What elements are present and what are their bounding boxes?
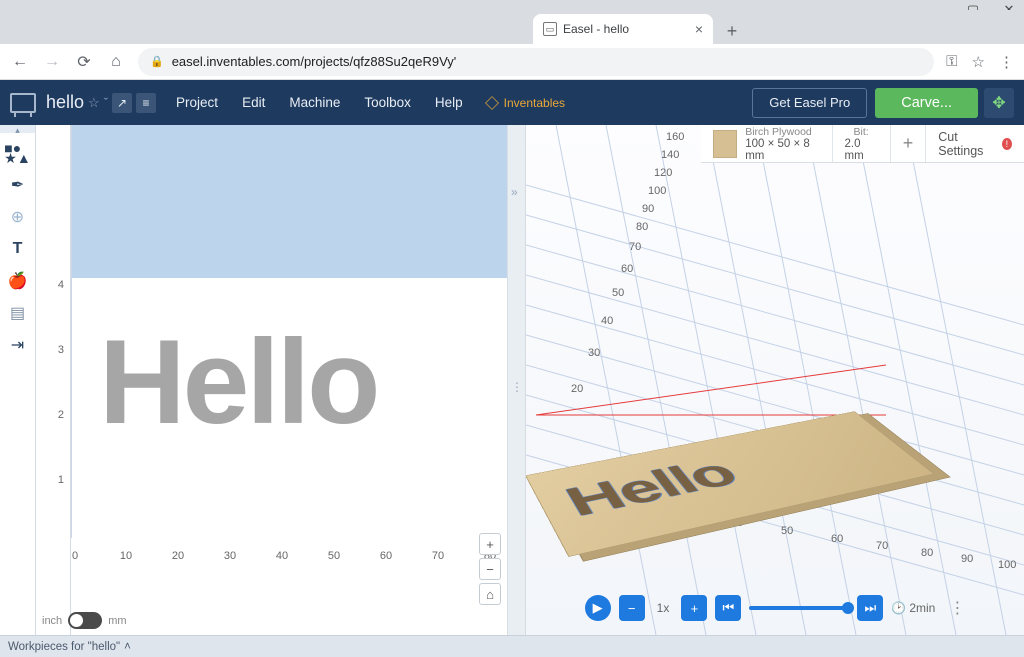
new-tab-button[interactable]: + <box>719 18 745 44</box>
time-estimate: 🕑 2min <box>891 601 935 615</box>
forward-button[interactable]: → <box>42 53 62 71</box>
menu-edit[interactable]: Edit <box>242 95 265 110</box>
get-pro-button[interactable]: Get Easel Pro <box>752 88 867 118</box>
import-tool[interactable]: ⇥ <box>4 331 32 359</box>
zoom-controls: + − ⌂ <box>479 533 501 605</box>
design-canvas[interactable]: /*placeholder to keep structure readable… <box>36 125 508 635</box>
dropdown-icon[interactable]: ˇ <box>104 95 108 110</box>
alert-icon: ! <box>1002 138 1012 150</box>
speed-label: 1x <box>657 601 670 615</box>
carved-text: Hello <box>557 452 748 527</box>
browser-menu-icon[interactable]: ⋮ <box>999 53 1014 71</box>
design-text[interactable]: Hello <box>99 313 377 451</box>
favorite-icon[interactable]: ☆ <box>88 95 100 111</box>
easel-logo-icon[interactable] <box>10 93 36 113</box>
app-bar: hello ☆ ˇ ↗ ≡ Project Edit Machine Toolb… <box>0 80 1024 125</box>
apps-tool[interactable]: 🍎 <box>4 267 32 295</box>
palette-collapse-icon[interactable]: ▴ <box>0 125 35 133</box>
lego-tool[interactable]: ▤ <box>4 299 32 327</box>
pen-tool[interactable]: ✒ <box>4 171 32 199</box>
menu-toolbox[interactable]: Toolbox <box>364 95 411 110</box>
tool-palette: ▴ ■●★▲ ✒ ⊕ T 🍎 ▤ ⇥ <box>0 125 36 635</box>
drill-tool[interactable]: ⊕ <box>4 203 32 231</box>
skip-end-button[interactable]: ⏭ <box>857 595 883 621</box>
workspace: ▴ ■●★▲ ✒ ⊕ T 🍎 ▤ ⇥ /*placeholder to keep… <box>0 125 1024 635</box>
bookmark-star-icon[interactable]: ☆ <box>972 53 985 71</box>
main-menu: Project Edit Machine Toolbox Help <box>176 95 463 110</box>
bit-selector[interactable]: Bit: 2.0 mm <box>833 125 891 162</box>
toggle-switch[interactable] <box>68 612 102 629</box>
project-name[interactable]: hello <box>46 92 84 113</box>
workpieces-bar[interactable]: Workpieces for "hello" ˄ <box>0 635 1024 657</box>
splitter-grip-icon[interactable]: ⋮ <box>511 380 523 394</box>
zoom-home-button[interactable]: ⌂ <box>479 583 501 605</box>
shapes-tool[interactable]: ■●★▲ <box>4 139 32 167</box>
add-bit-button[interactable]: + <box>891 125 927 162</box>
workpieces-label: Workpieces for "hello" <box>8 641 120 653</box>
skip-start-button[interactable]: ⏮ <box>715 595 741 621</box>
material-selector[interactable]: Birch Plywood 100 × 50 × 8 mm <box>701 125 833 162</box>
home-button[interactable]: ⌂ <box>106 53 126 71</box>
tab-title: Easel - hello <box>563 22 629 36</box>
bit-label: Bit: <box>854 126 869 138</box>
browser-tab[interactable]: ▭ Easel - hello × <box>533 14 713 44</box>
progress-slider[interactable] <box>749 606 849 610</box>
zoom-out-button[interactable]: − <box>479 558 501 580</box>
lock-icon: 🔒 <box>150 55 164 68</box>
tab-favicon-icon: ▭ <box>543 22 557 36</box>
material-dims: 100 × 50 × 8 mm <box>745 138 819 162</box>
material-name: Birch Plywood <box>745 126 819 138</box>
address-bar: ← → ⟳ ⌂ 🔒 easel.inventables.com/projects… <box>0 44 1024 80</box>
more-menu-icon[interactable]: ⋮ <box>949 598 965 618</box>
text-tool[interactable]: T <box>4 235 32 263</box>
back-button[interactable]: ← <box>10 53 30 71</box>
step-back-button[interactable]: − <box>619 595 645 621</box>
reload-button[interactable]: ⟳ <box>74 52 94 72</box>
cut-settings-button[interactable]: Cut Settings ! <box>926 125 1024 162</box>
pane-splitter[interactable]: » ⋮ <box>508 125 526 635</box>
share-button[interactable]: ↗ <box>112 93 132 113</box>
url-input[interactable]: 🔒 easel.inventables.com/projects/qfz88Su… <box>138 48 934 76</box>
play-button[interactable]: ▶ <box>585 595 611 621</box>
list-button[interactable]: ≡ <box>136 93 156 113</box>
inventables-icon <box>485 96 499 110</box>
step-fwd-button[interactable]: + <box>681 595 707 621</box>
ruler-y: 4 3 2 1 <box>36 125 71 635</box>
url-text: easel.inventables.com/projects/qfz88Su2q… <box>172 54 457 69</box>
unit-toggle[interactable]: inch mm <box>42 612 127 629</box>
preview-info-bar: Birch Plywood 100 × 50 × 8 mm Bit: 2.0 m… <box>701 125 1024 163</box>
key-icon[interactable]: ⚿ <box>946 53 957 71</box>
unit-inch: inch <box>42 615 62 627</box>
ruler-x: 0 10 20 30 40 50 60 70 80 90 <box>71 548 507 568</box>
tab-close-icon[interactable]: × <box>695 21 703 37</box>
menu-help[interactable]: Help <box>435 95 463 110</box>
carve-button[interactable]: Carve... <box>875 88 978 118</box>
menu-machine[interactable]: Machine <box>289 95 340 110</box>
inventables-link[interactable]: Inventables <box>485 96 565 110</box>
material-swatch-icon <box>713 130 737 158</box>
menu-project[interactable]: Project <box>176 95 218 110</box>
tab-strip: ▭ Easel - hello × + <box>0 10 1024 44</box>
axes-button[interactable]: ✥ <box>984 88 1014 118</box>
bit-value: 2.0 mm <box>845 138 878 162</box>
clock-icon: 🕑 <box>891 601 906 615</box>
unit-mm: mm <box>108 615 126 627</box>
splitter-handle-icon[interactable]: » <box>511 185 518 199</box>
chevron-up-icon[interactable]: ˄ <box>124 641 131 653</box>
simulation-controls: ▶ − 1x + ⏮ ⏭ 🕑 2min ⋮ <box>526 591 1024 625</box>
preview-3d[interactable]: Birch Plywood 100 × 50 × 8 mm Bit: 2.0 m… <box>526 125 1024 635</box>
zoom-in-button[interactable]: + <box>479 533 501 555</box>
